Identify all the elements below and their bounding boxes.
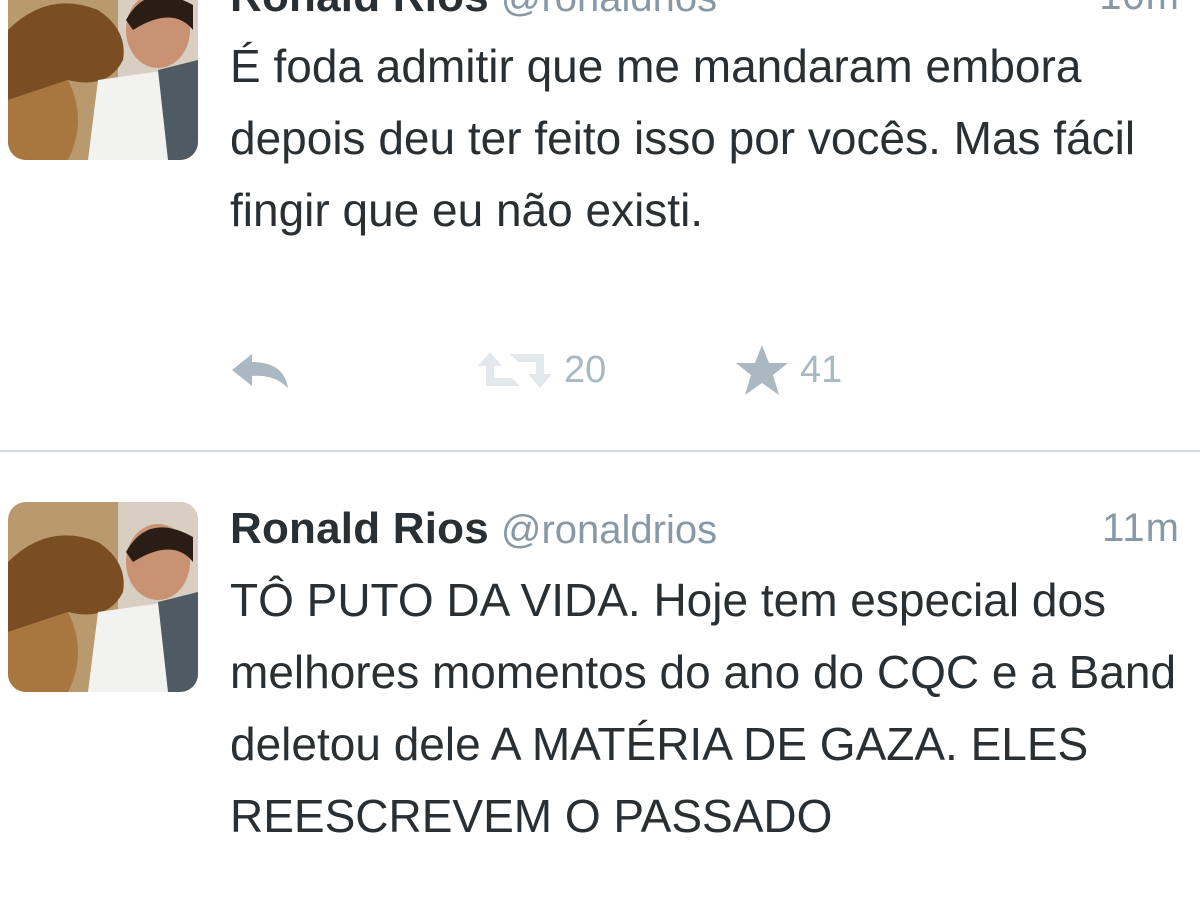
tweet-header: Ronald Rios @ronaldrios 10m [230,0,1180,22]
user-handle[interactable]: @ronaldrios [501,0,717,20]
retweet-count: 20 [564,348,607,391]
reply-button[interactable] [230,340,290,400]
avatar-image [8,502,198,692]
timestamp[interactable]: 11m [1102,506,1180,551]
avatar[interactable] [8,502,198,692]
user-name[interactable]: Ronald Rios [230,0,489,21]
tweet[interactable]: Ronald Rios @ronaldrios 11m TÔ PUTO DA VI… [0,452,1200,900]
avatar-image [8,0,198,160]
star-icon [736,345,788,395]
tweet[interactable]: Ronald Rios @ronaldrios 10m É foda admiti… [0,0,1200,452]
avatar[interactable] [8,0,198,160]
favorite-button[interactable]: 41 [734,340,842,400]
tweet-header: Ronald Rios @ronaldrios 11m [230,504,1180,554]
retweet-button[interactable]: 20 [476,340,606,400]
timestamp[interactable]: 10m [1099,0,1180,19]
user-name[interactable]: Ronald Rios [230,504,489,553]
retweet-icon [478,352,552,388]
tweet-actions: 20 41 [230,340,930,400]
favorite-count: 41 [800,348,843,391]
reply-icon [232,354,288,388]
tweet-text: É foda admitir que me mandaram embora de… [230,40,1136,236]
tweet-text: TÔ PUTO DA VIDA. Hoje tem especial dos m… [230,574,1177,842]
user-handle[interactable]: @ronaldrios [501,508,717,552]
